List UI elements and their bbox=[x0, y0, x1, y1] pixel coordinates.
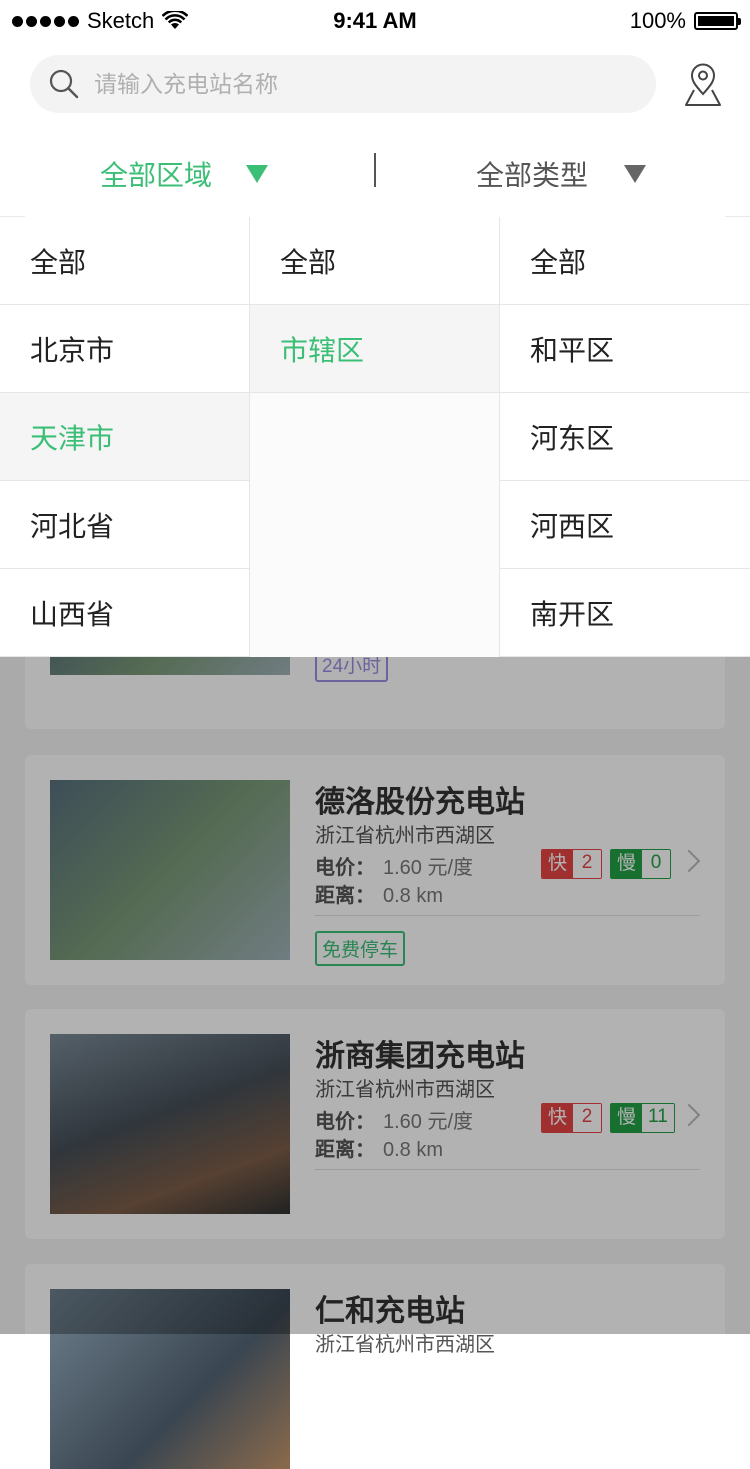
district-option[interactable]: 南开区 bbox=[500, 569, 750, 657]
station-address: 浙江省杭州市西湖区 bbox=[315, 825, 495, 847]
fast-charger-badge: 快2 bbox=[541, 1103, 603, 1133]
city-option-selected[interactable]: 市辖区 bbox=[250, 305, 499, 393]
province-option[interactable]: 北京市 bbox=[0, 305, 249, 393]
charger-badges: 快2 慢0 bbox=[541, 849, 672, 879]
province-option[interactable]: 河北省 bbox=[0, 481, 249, 569]
station-card[interactable]: 德洛股份充电站 浙江省杭州市西湖区 电价： 1.60 元/度 距离： 0.8 km … bbox=[25, 755, 725, 985]
station-price: 电价： 1.60 元/度 bbox=[315, 857, 474, 879]
district-column: 全部 和平区 河东区 河西区 南开区 bbox=[500, 217, 750, 657]
slow-charger-badge: 慢0 bbox=[610, 849, 672, 879]
chevron-right-icon[interactable] bbox=[677, 1103, 701, 1127]
station-address: 浙江省杭州市西湖区 bbox=[315, 1079, 495, 1101]
slow-charger-badge: 慢 11 bbox=[610, 1103, 675, 1133]
station-photo bbox=[50, 780, 290, 960]
station-name: 德洛股份充电站 bbox=[315, 786, 525, 819]
search-input[interactable] bbox=[92, 69, 656, 99]
triangle-down-icon bbox=[624, 165, 647, 183]
city-option[interactable]: 全部 bbox=[250, 217, 499, 305]
city-column: 全部 市辖区 bbox=[250, 217, 500, 657]
station-photo bbox=[50, 1289, 290, 1469]
station-price: 电价： 1.60 元/度 bbox=[315, 1111, 474, 1133]
station-card[interactable]: 仁和充电站 浙江省杭州市西湖区 bbox=[25, 1264, 725, 1469]
status-right: 100% bbox=[629, 8, 741, 34]
map-location-icon[interactable] bbox=[682, 62, 724, 108]
battery-icon bbox=[694, 12, 741, 30]
district-option[interactable]: 河东区 bbox=[500, 393, 750, 481]
district-option[interactable]: 和平区 bbox=[500, 305, 750, 393]
chevron-right-icon[interactable] bbox=[677, 849, 701, 873]
province-option-selected[interactable]: 天津市 bbox=[0, 393, 249, 481]
station-distance: 距离： 0.8 km bbox=[315, 885, 444, 907]
station-name: 浙商集团充电站 bbox=[315, 1040, 525, 1073]
district-option[interactable]: 全部 bbox=[500, 217, 750, 305]
station-address: 浙江省杭州市西湖区 bbox=[315, 1334, 495, 1356]
station-photo bbox=[50, 1034, 290, 1214]
fast-charger-badge: 快2 bbox=[541, 849, 603, 879]
district-option[interactable]: 河西区 bbox=[500, 481, 750, 569]
station-name: 仁和充电站 bbox=[315, 1295, 465, 1328]
station-tag: 免费停车 bbox=[315, 931, 406, 966]
station-distance: 距离： 0.8 km bbox=[315, 1139, 444, 1161]
battery-percent: 100% bbox=[629, 8, 686, 33]
search-bar[interactable] bbox=[30, 55, 656, 113]
divider bbox=[315, 1169, 700, 1170]
triangle-down-icon bbox=[246, 165, 269, 183]
region-dropdown: 全部 北京市 天津市 河北省 山西省 全部 市辖区 全部 和平区 河东区 河西区… bbox=[0, 217, 750, 657]
search-icon bbox=[49, 69, 79, 99]
province-column: 全部 北京市 天津市 河北省 山西省 bbox=[0, 217, 250, 657]
charger-badges: 快2 慢 11 bbox=[541, 1103, 675, 1133]
status-bar: Sketch 9:41 AM 100% bbox=[0, 0, 750, 40]
station-card[interactable]: 浙商集团充电站 浙江省杭州市西湖区 电价： 1.60 元/度 距离： 0.8 km … bbox=[25, 1009, 725, 1239]
province-option[interactable]: 山西省 bbox=[0, 569, 249, 657]
province-option[interactable]: 全部 bbox=[0, 217, 249, 305]
divider bbox=[315, 915, 700, 916]
